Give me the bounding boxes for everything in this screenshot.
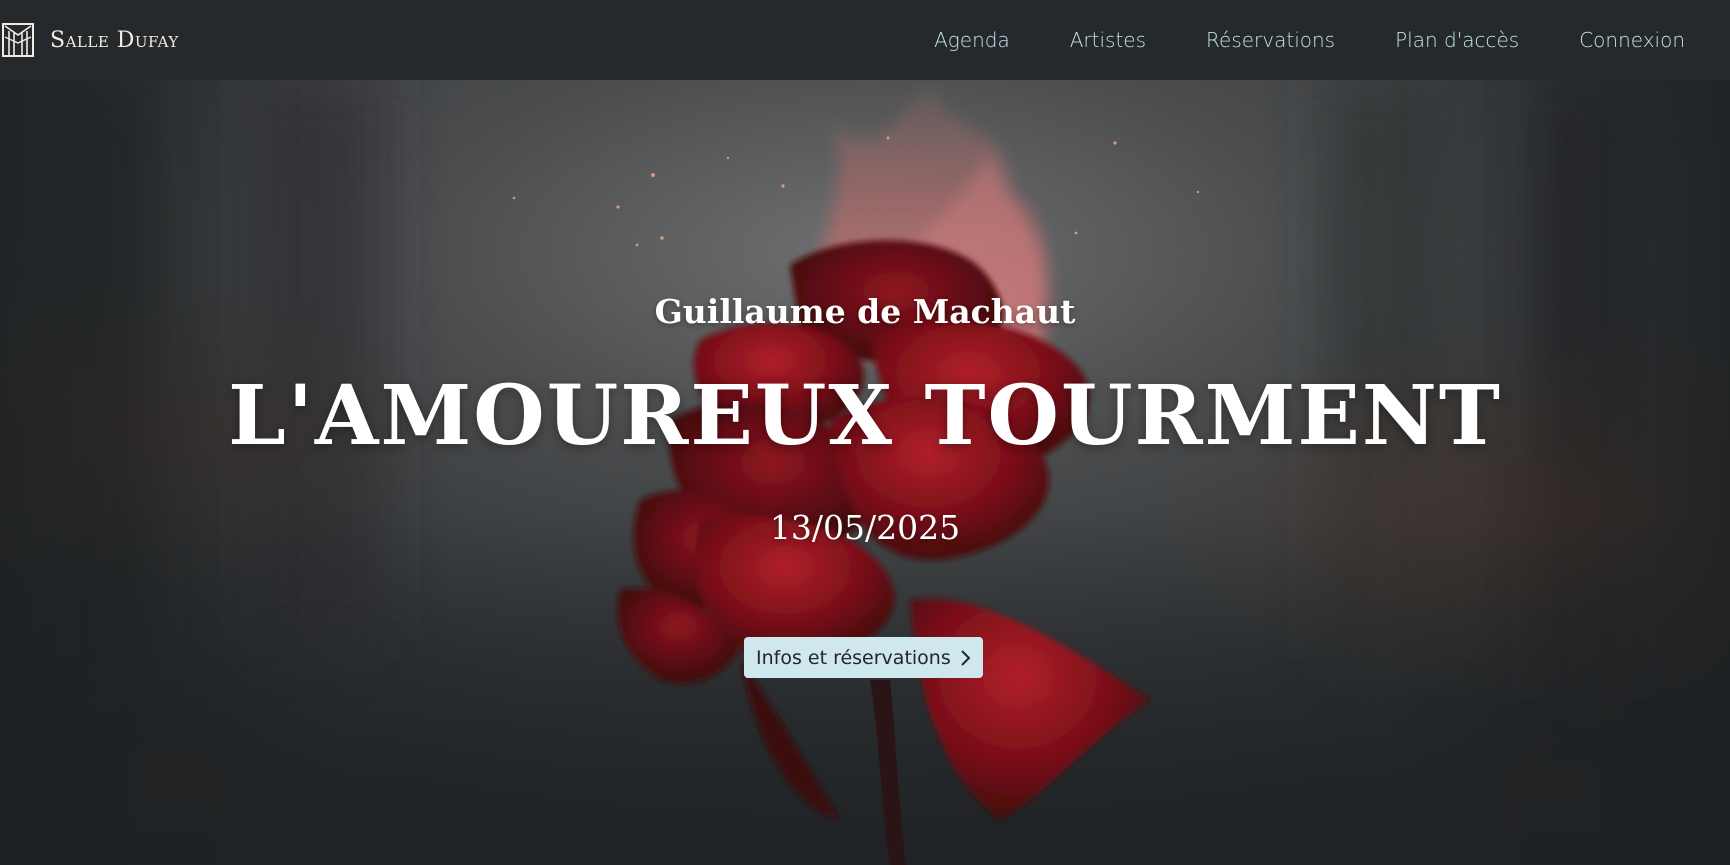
nav-link-connexion[interactable]: Connexion (1579, 28, 1685, 52)
nav-link-agenda[interactable]: Agenda (934, 28, 1010, 52)
nav-link-reservations[interactable]: Réservations (1206, 28, 1335, 52)
hero-content: Guillaume de Machaut L'AMOUREUX TOURMENT… (0, 80, 1730, 865)
brand-name: Salle Dufay (50, 27, 179, 53)
hero-title: L'AMOUREUX TOURMENT (228, 368, 1502, 464)
nav-link-artistes[interactable]: Artistes (1070, 28, 1146, 52)
top-navbar: Salle Dufay Agenda Artistes Réservations… (0, 0, 1730, 80)
venue-logo-icon (2, 23, 34, 57)
infos-reservations-button[interactable]: Infos et réservations (744, 637, 983, 678)
event-date: 13/05/2025 (769, 508, 961, 547)
hero-banner: Guillaume de Machaut L'AMOUREUX TOURMENT… (0, 80, 1730, 865)
nav-link-plan-acces[interactable]: Plan d'accès (1395, 28, 1519, 52)
brand[interactable]: Salle Dufay (0, 0, 179, 80)
main-navigation: Agenda Artistes Réservations Plan d'accè… (874, 0, 1730, 80)
chevron-right-icon (961, 649, 971, 666)
hero-subtitle: Guillaume de Machaut (654, 292, 1076, 331)
cta-label: Infos et réservations (756, 646, 951, 669)
